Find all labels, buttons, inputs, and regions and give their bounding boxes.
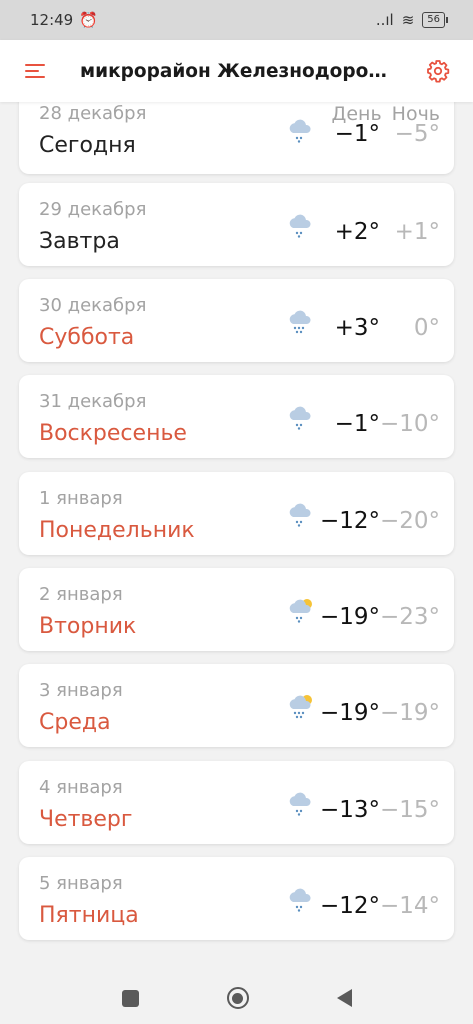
forecast-date: 29 декабря [39, 199, 147, 220]
forecast-date: 5 января [39, 873, 123, 894]
night-temperature: −19° [379, 700, 440, 726]
cloud-snow-icon [287, 886, 315, 912]
day-temperature: +3° [334, 315, 380, 341]
menu-button[interactable] [0, 40, 70, 102]
cloud-snow-icon [287, 117, 315, 143]
settings-button[interactable] [403, 40, 473, 102]
forecast-day-name: Среда [39, 710, 111, 735]
day-temperature: −19° [319, 700, 380, 726]
forecast-day-card[interactable]: 31 декабря Воскресенье −1° −10° [19, 375, 454, 458]
cloud-heavy-snow-icon [287, 308, 315, 334]
day-temperature: −19° [319, 604, 380, 630]
forecast-date: 30 декабря [39, 295, 147, 316]
hamburger-icon [25, 64, 45, 78]
phone-screen: 12:49 ⏰ ..ıl ≋ 56 микрорайон Железнодоро… [0, 0, 473, 1024]
night-temperature: −10° [379, 411, 440, 437]
status-bar: 12:49 ⏰ ..ıl ≋ 56 [0, 0, 473, 40]
app-header: микрорайон Железнодорож... [0, 40, 473, 102]
forecast-day-name: Пятница [39, 903, 139, 928]
forecast-date: 4 января [39, 777, 123, 798]
cloud-snow-icon [287, 404, 315, 430]
forecast-day-card[interactable]: 5 января Пятница −12° −14° [19, 857, 454, 940]
day-temperature: −12° [319, 893, 380, 919]
cloud-snow-icon [287, 790, 315, 816]
night-temperature: +1° [394, 219, 440, 245]
forecast-day-card[interactable]: 4 января Четверг −13° −15° [19, 761, 454, 844]
forecast-day-card[interactable]: 30 декабря Суббота +3° 0° [19, 279, 454, 362]
day-temperature: −12° [319, 508, 380, 534]
forecast-day-name: Сегодня [39, 133, 136, 158]
night-temperature: −14° [379, 893, 440, 919]
status-time: 12:49 [30, 11, 74, 29]
home-button[interactable] [226, 987, 249, 1009]
forecast-list[interactable]: 28 декабря Сегодня −1° −5° День Ночь 29 декабр… [0, 102, 473, 972]
forecast-day-name: Завтра [39, 229, 120, 254]
day-temperature: −1° [334, 411, 380, 437]
night-temperature: −20° [379, 508, 440, 534]
forecast-day-name: Вторник [39, 614, 137, 639]
forecast-day-card[interactable]: 29 декабря Завтра +2° +1° [19, 183, 454, 266]
sun-cloud-snow-icon [287, 597, 315, 623]
forecast-day-card[interactable]: 1 января Понедельник −12° −20° [19, 472, 454, 555]
forecast-day-name: Суббота [39, 325, 135, 350]
forecast-day-card[interactable]: 2 января Вторник −19° −23° [19, 568, 454, 651]
battery-icon: 56 [422, 12, 448, 28]
system-nav-bar [0, 972, 473, 1024]
day-temperature: +2° [334, 219, 380, 245]
forecast-day-card[interactable]: 28 декабря Сегодня −1° −5° День Ночь [19, 102, 454, 174]
signal-icon: ..ıl [375, 11, 394, 29]
forecast-date: 28 декабря [39, 103, 147, 124]
day-temperature: −13° [319, 797, 380, 823]
forecast-date: 2 января [39, 584, 123, 605]
forecast-day-name: Воскресенье [39, 421, 187, 446]
forecast-date: 1 января [39, 488, 123, 509]
column-headers: День Ночь [332, 103, 441, 125]
forecast-day-card[interactable]: 3 января Среда −19° −19° [19, 664, 454, 747]
forecast-day-name: Понедельник [39, 518, 195, 543]
wifi-icon: ≋ [401, 11, 415, 29]
recent-apps-button[interactable] [121, 989, 139, 1007]
forecast-date: 3 января [39, 680, 123, 701]
location-title[interactable]: микрорайон Железнодорож... [70, 61, 403, 82]
cloud-snow-icon [287, 501, 315, 527]
back-button[interactable] [336, 989, 352, 1007]
column-header-night: Ночь [391, 103, 440, 125]
sun-cloud-heavy-snow-icon [287, 693, 315, 719]
alarm-icon: ⏰ [79, 11, 98, 29]
column-header-day: День [331, 103, 382, 125]
night-temperature: −23° [379, 604, 440, 630]
gear-icon [427, 60, 450, 83]
night-temperature: −15° [379, 797, 440, 823]
cloud-snow-icon [287, 212, 315, 238]
forecast-date: 31 декабря [39, 391, 147, 412]
forecast-day-name: Четверг [39, 807, 133, 832]
night-temperature: 0° [413, 315, 440, 341]
